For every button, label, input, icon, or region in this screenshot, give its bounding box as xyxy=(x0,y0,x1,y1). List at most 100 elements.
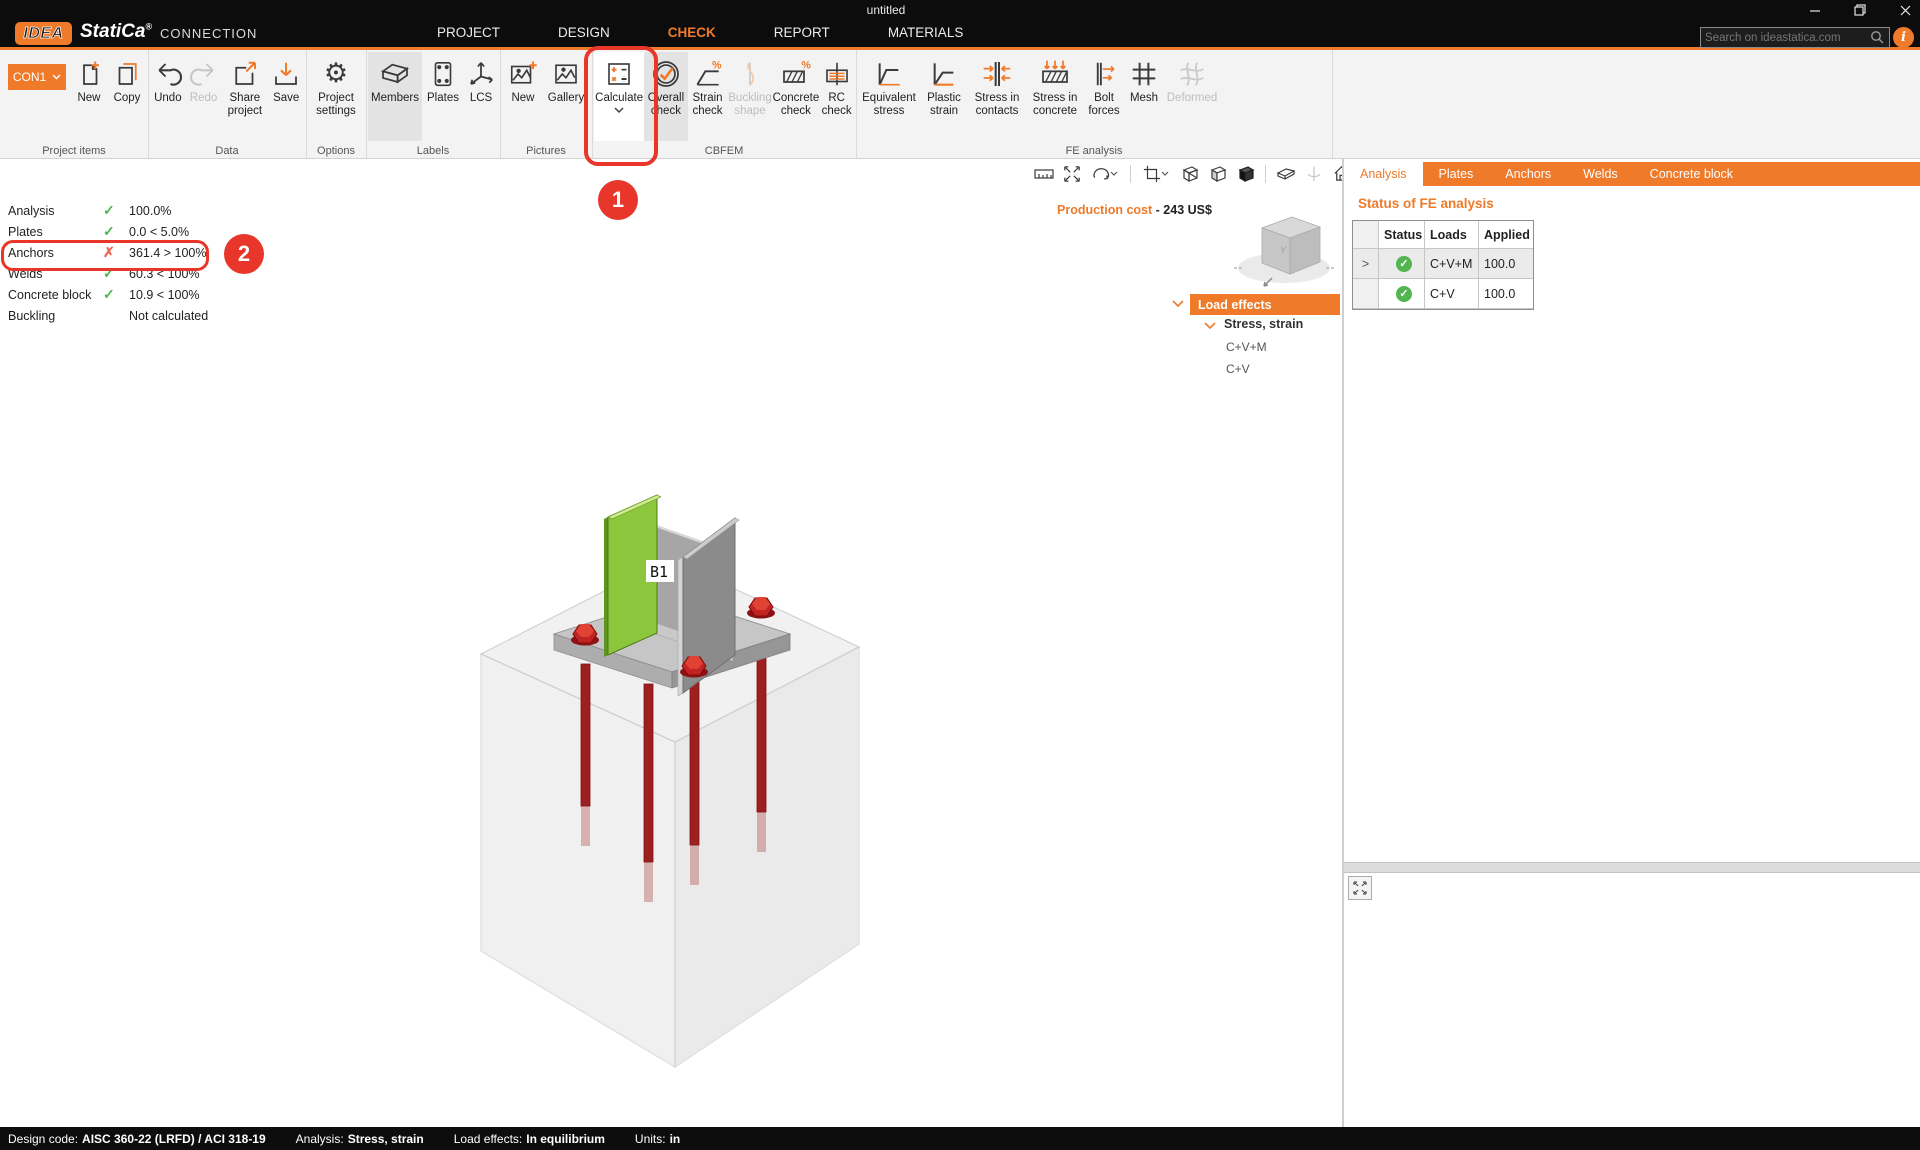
search-input[interactable] xyxy=(1701,32,1870,44)
wireframe-view-button[interactable] xyxy=(1178,163,1201,184)
concrete-check-button[interactable]: % Concrete check xyxy=(773,52,820,141)
fit-view-button[interactable] xyxy=(1060,163,1083,184)
tree-stress-strain[interactable]: Stress, strain xyxy=(1224,317,1303,331)
redo-button[interactable]: Redo xyxy=(186,52,222,141)
equivalent-stress-button[interactable]: Equivalent stress xyxy=(858,52,920,141)
axes-icon xyxy=(466,55,496,92)
stress-in-concrete-button[interactable]: Stress in concrete xyxy=(1026,52,1084,141)
ribbon-group-options: ⚙ Project settings Options xyxy=(306,50,367,158)
rc-check-button[interactable]: RC check xyxy=(819,52,854,141)
restore-icon xyxy=(1854,4,1866,16)
statusbar-units: Units:in xyxy=(635,1132,680,1146)
restore-button[interactable] xyxy=(1845,0,1875,20)
result-value: 60.3 < 100% xyxy=(129,267,238,281)
search-box[interactable] xyxy=(1700,27,1890,48)
strain-check-button[interactable]: % Strain check xyxy=(688,52,728,141)
overall-check-toggle[interactable]: Overall check xyxy=(644,52,687,141)
ribbon-group-fe-analysis: Equivalent stress Plastic strain Stress … xyxy=(856,50,1333,158)
tab-welds[interactable]: Welds xyxy=(1567,162,1634,186)
result-row-concrete-block: Concrete block ✓ 10.9 < 100% xyxy=(8,284,238,305)
project-settings-button[interactable]: ⚙ Project settings xyxy=(308,52,364,141)
tab-plates[interactable]: Plates xyxy=(1423,162,1490,186)
pivot-rotate-icon xyxy=(1305,165,1323,183)
check-results-summary: Analysis ✓ 100.0% Plates ✓ 0.0 < 5.0% An… xyxy=(8,200,238,326)
tab-concrete-block[interactable]: Concrete block xyxy=(1634,162,1749,186)
rotate-icon xyxy=(1092,165,1110,183)
minimize-button[interactable] xyxy=(1800,0,1830,20)
main-menu: PROJECT DESIGN CHECK REPORT MATERIALS xyxy=(408,20,992,47)
stress-curve-icon xyxy=(873,55,905,92)
panel-divider[interactable] xyxy=(1342,158,1344,1127)
buckling-shape-button[interactable]: Buckling shape xyxy=(727,52,772,141)
menu-materials[interactable]: MATERIALS xyxy=(859,20,993,47)
group-label: CBFEM xyxy=(592,145,856,157)
save-button[interactable]: Save xyxy=(268,52,304,141)
plates-labels-toggle[interactable]: Plates xyxy=(422,52,464,141)
tab-analysis[interactable]: Analysis xyxy=(1344,162,1423,186)
table-row[interactable]: ✓ C+V 100.0 xyxy=(1353,279,1533,309)
title-bar: untitled xyxy=(0,0,1920,20)
status-cell: ✓ xyxy=(1379,249,1425,279)
result-row-analysis: Analysis ✓ 100.0% xyxy=(8,200,238,221)
tab-anchors[interactable]: Anchors xyxy=(1489,162,1567,186)
lcs-labels-toggle[interactable]: LCS xyxy=(464,52,498,141)
tree-load-effects[interactable]: Load effects xyxy=(1190,294,1340,315)
tree-item-cv[interactable]: C+V xyxy=(1226,362,1250,376)
ribbon: CON1 New Copy Project items xyxy=(0,50,1920,159)
menu-project[interactable]: PROJECT xyxy=(408,20,529,47)
share-project-button[interactable]: Share project xyxy=(221,52,268,141)
annotation-badge-1: 1 xyxy=(598,180,638,220)
strain-graph-icon: % xyxy=(692,55,724,92)
fail-icon: ✗ xyxy=(103,244,129,261)
member-label[interactable]: B1 xyxy=(646,560,674,582)
undo-button[interactable]: Undo xyxy=(150,52,186,141)
navigation-cube[interactable]: Y xyxy=(1232,208,1336,292)
result-value: 361.4 > 100% xyxy=(129,246,238,260)
loads-header: Loads xyxy=(1425,221,1479,249)
tree-item-cvm[interactable]: C+V+M xyxy=(1226,340,1267,354)
svg-text:B1: B1 xyxy=(650,563,668,581)
close-button[interactable] xyxy=(1890,0,1920,20)
menu-design[interactable]: DESIGN xyxy=(529,20,639,47)
chevron-down-icon[interactable] xyxy=(1204,322,1216,330)
3d-viewport[interactable]: B1 xyxy=(420,470,920,1090)
expand-panel-button[interactable] xyxy=(1348,876,1372,900)
connection-item-dropdown[interactable]: CON1 xyxy=(8,64,66,90)
chevron-down-icon xyxy=(614,107,624,114)
new-item-button[interactable]: New xyxy=(70,52,108,141)
menu-report[interactable]: REPORT xyxy=(745,20,859,47)
bolt-forces-button[interactable]: Bolt forces xyxy=(1084,52,1124,141)
stress-in-contacts-button[interactable]: Stress in contacts xyxy=(968,52,1026,141)
gallery-button[interactable]: Gallery xyxy=(544,52,588,141)
row-expander[interactable]: > xyxy=(1353,249,1379,279)
brand-statica: StatiCa® xyxy=(80,21,152,43)
members-labels-toggle[interactable]: Members xyxy=(368,52,422,141)
shaded-view-button[interactable] xyxy=(1206,163,1229,184)
ribbon-group-project-items: CON1 New Copy Project items xyxy=(0,50,149,158)
clipping-button[interactable] xyxy=(1139,163,1173,184)
group-label: Options xyxy=(306,145,366,157)
table-row[interactable]: > ✓ C+V+M 100.0 xyxy=(1353,249,1533,279)
info-button[interactable]: i xyxy=(1893,27,1914,48)
rotate-view-button[interactable] xyxy=(1088,163,1122,184)
deformed-button[interactable]: Deformed xyxy=(1164,52,1220,141)
row-expander[interactable] xyxy=(1353,279,1379,309)
svg-text:Y: Y xyxy=(1280,245,1287,255)
copy-item-button[interactable]: Copy xyxy=(108,52,146,141)
section-view-button[interactable] xyxy=(1274,163,1297,184)
measure-button[interactable] xyxy=(1032,163,1055,184)
mesh-button[interactable]: Mesh xyxy=(1124,52,1164,141)
calculate-button[interactable]: Calculate xyxy=(594,52,644,141)
new-picture-button[interactable]: New xyxy=(502,52,544,141)
bolt-forces-icon xyxy=(1089,55,1119,92)
menu-check[interactable]: CHECK xyxy=(639,20,745,47)
plastic-strain-button[interactable]: Plastic strain xyxy=(920,52,968,141)
rc-section-icon xyxy=(822,55,852,92)
expand-arrows-icon xyxy=(1353,881,1367,895)
chevron-down-icon[interactable] xyxy=(1172,300,1184,308)
solid-view-button[interactable] xyxy=(1234,163,1257,184)
pivot-button[interactable] xyxy=(1302,163,1325,184)
picture-plus-icon xyxy=(508,55,538,92)
chevron-down-icon xyxy=(1161,171,1169,177)
right-panel-splitter[interactable] xyxy=(1344,862,1920,873)
